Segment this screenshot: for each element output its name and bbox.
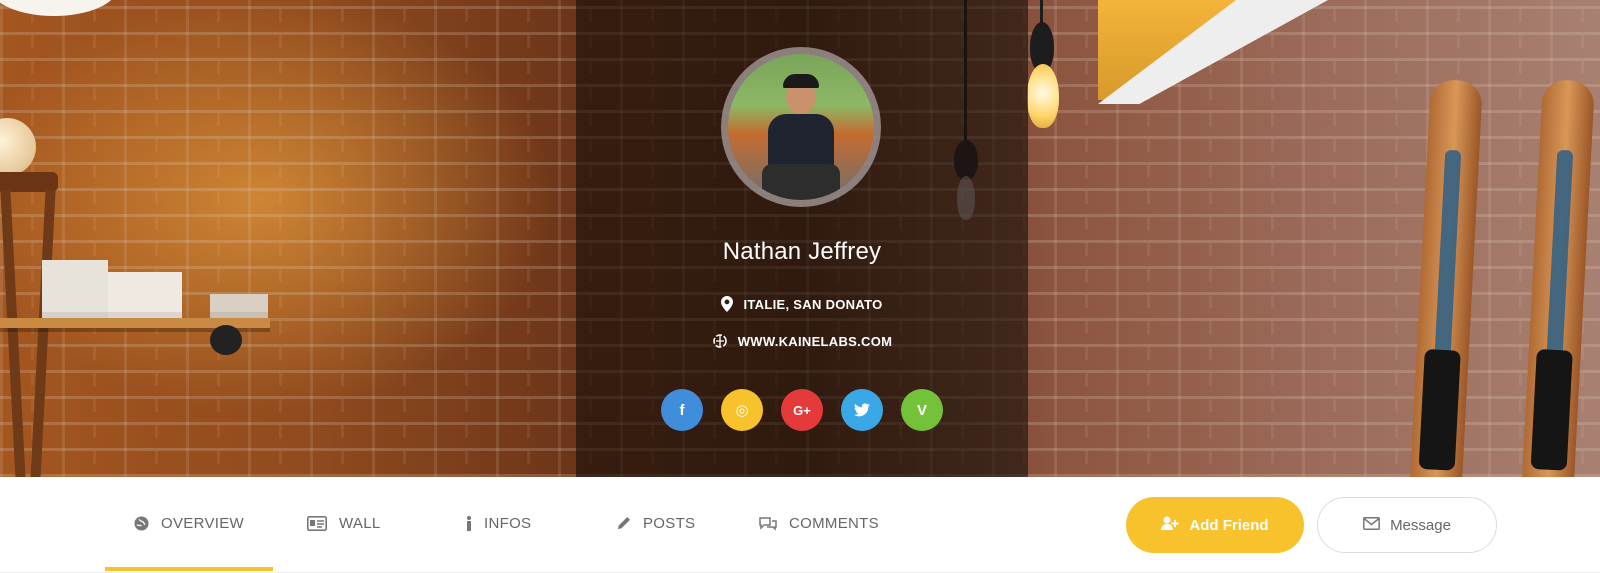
social-links: f ◎ G+ V	[661, 389, 943, 431]
vine-icon[interactable]: V	[901, 389, 943, 431]
pencil-icon	[616, 516, 631, 531]
shelf-box	[108, 272, 182, 318]
location-text: ITALIE, SAN DONATO	[743, 296, 883, 312]
tab-label: INFOS	[484, 514, 532, 532]
info-icon	[466, 515, 472, 531]
map-pin-icon	[721, 296, 734, 312]
id-card-icon	[307, 515, 327, 531]
website-link[interactable]: WWW.KAINELABS.COM	[738, 334, 893, 349]
profile-location: ITALIE, SAN DONATO	[576, 296, 1028, 312]
instagram-icon[interactable]: ◎	[721, 389, 763, 431]
comments-icon	[759, 516, 777, 531]
shelf-bracket	[210, 325, 242, 355]
tab-label: OVERVIEW	[161, 514, 244, 532]
shelf-box	[210, 294, 268, 318]
tab-infos[interactable]: INFOS	[466, 477, 531, 569]
tab-label: POSTS	[643, 514, 696, 532]
message-button[interactable]: Message	[1317, 497, 1497, 553]
avatar[interactable]	[728, 54, 874, 200]
envelope-icon	[1363, 516, 1381, 534]
avatar-ring	[721, 47, 881, 207]
user-plus-icon	[1161, 516, 1179, 535]
add-friend-label: Add Friend	[1189, 516, 1269, 534]
globe-link-icon	[712, 333, 728, 349]
tab-overview[interactable]: OVERVIEW	[105, 477, 273, 571]
message-label: Message	[1390, 516, 1451, 534]
profile-name: Nathan Jeffrey	[722, 238, 882, 265]
tab-comments[interactable]: COMMENTS	[759, 477, 879, 569]
facebook-icon[interactable]: f	[661, 389, 703, 431]
light-bulb	[1027, 64, 1059, 128]
google-plus-icon[interactable]: G+	[781, 389, 823, 431]
globe-icon	[134, 515, 149, 531]
profile-website[interactable]: WWW.KAINELABS.COM	[576, 333, 1028, 349]
tab-wall[interactable]: WALL	[307, 477, 381, 569]
add-friend-button[interactable]: Add Friend	[1126, 497, 1304, 553]
tab-posts[interactable]: POSTS	[616, 477, 695, 569]
tab-label: WALL	[339, 514, 381, 532]
shelf-box	[42, 260, 108, 318]
tab-label: COMMENTS	[789, 514, 879, 532]
twitter-icon[interactable]	[841, 389, 883, 431]
